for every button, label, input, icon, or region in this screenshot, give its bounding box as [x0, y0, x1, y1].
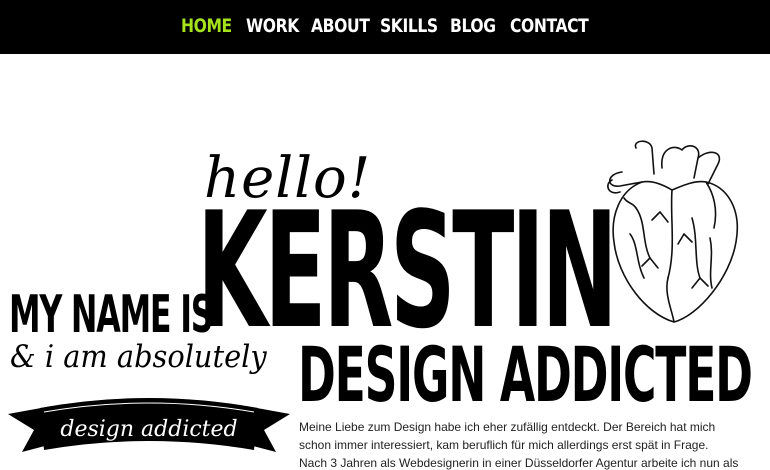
- anatomical-heart-icon: [607, 140, 738, 323]
- intro-line: Nach 3 Jahren als Webdesignerin in einer…: [299, 456, 739, 470]
- headline: DESIGN ADDICTED: [298, 330, 753, 419]
- banner-text: design addicted: [60, 417, 237, 442]
- intro-text: Meine Liebe zum Design habe ich eher zuf…: [299, 418, 759, 470]
- top-navigation: HOME WORK ABOUT SKILLS BLOG CONTACT: [0, 0, 770, 54]
- hero-name: KERSTIN: [197, 177, 618, 364]
- nav-contact-link[interactable]: CONTACT: [510, 12, 589, 40]
- ribbon-banner: design addicted: [8, 398, 290, 452]
- tagline: & i am absolutely: [10, 339, 267, 375]
- nav-blog-link[interactable]: BLOG: [450, 12, 496, 40]
- intro-line: Meine Liebe zum Design habe ich eher zuf…: [299, 420, 716, 434]
- nav-work-link[interactable]: WORK: [246, 12, 299, 40]
- nav-skills-link[interactable]: SKILLS: [380, 12, 438, 40]
- nav-about-link[interactable]: ABOUT: [311, 12, 370, 40]
- intro-line: schon immer interessiert, kam beruflich …: [299, 438, 709, 452]
- intro-prefix: MY NAME IS: [9, 285, 214, 345]
- nav-home-link[interactable]: HOME: [181, 12, 232, 40]
